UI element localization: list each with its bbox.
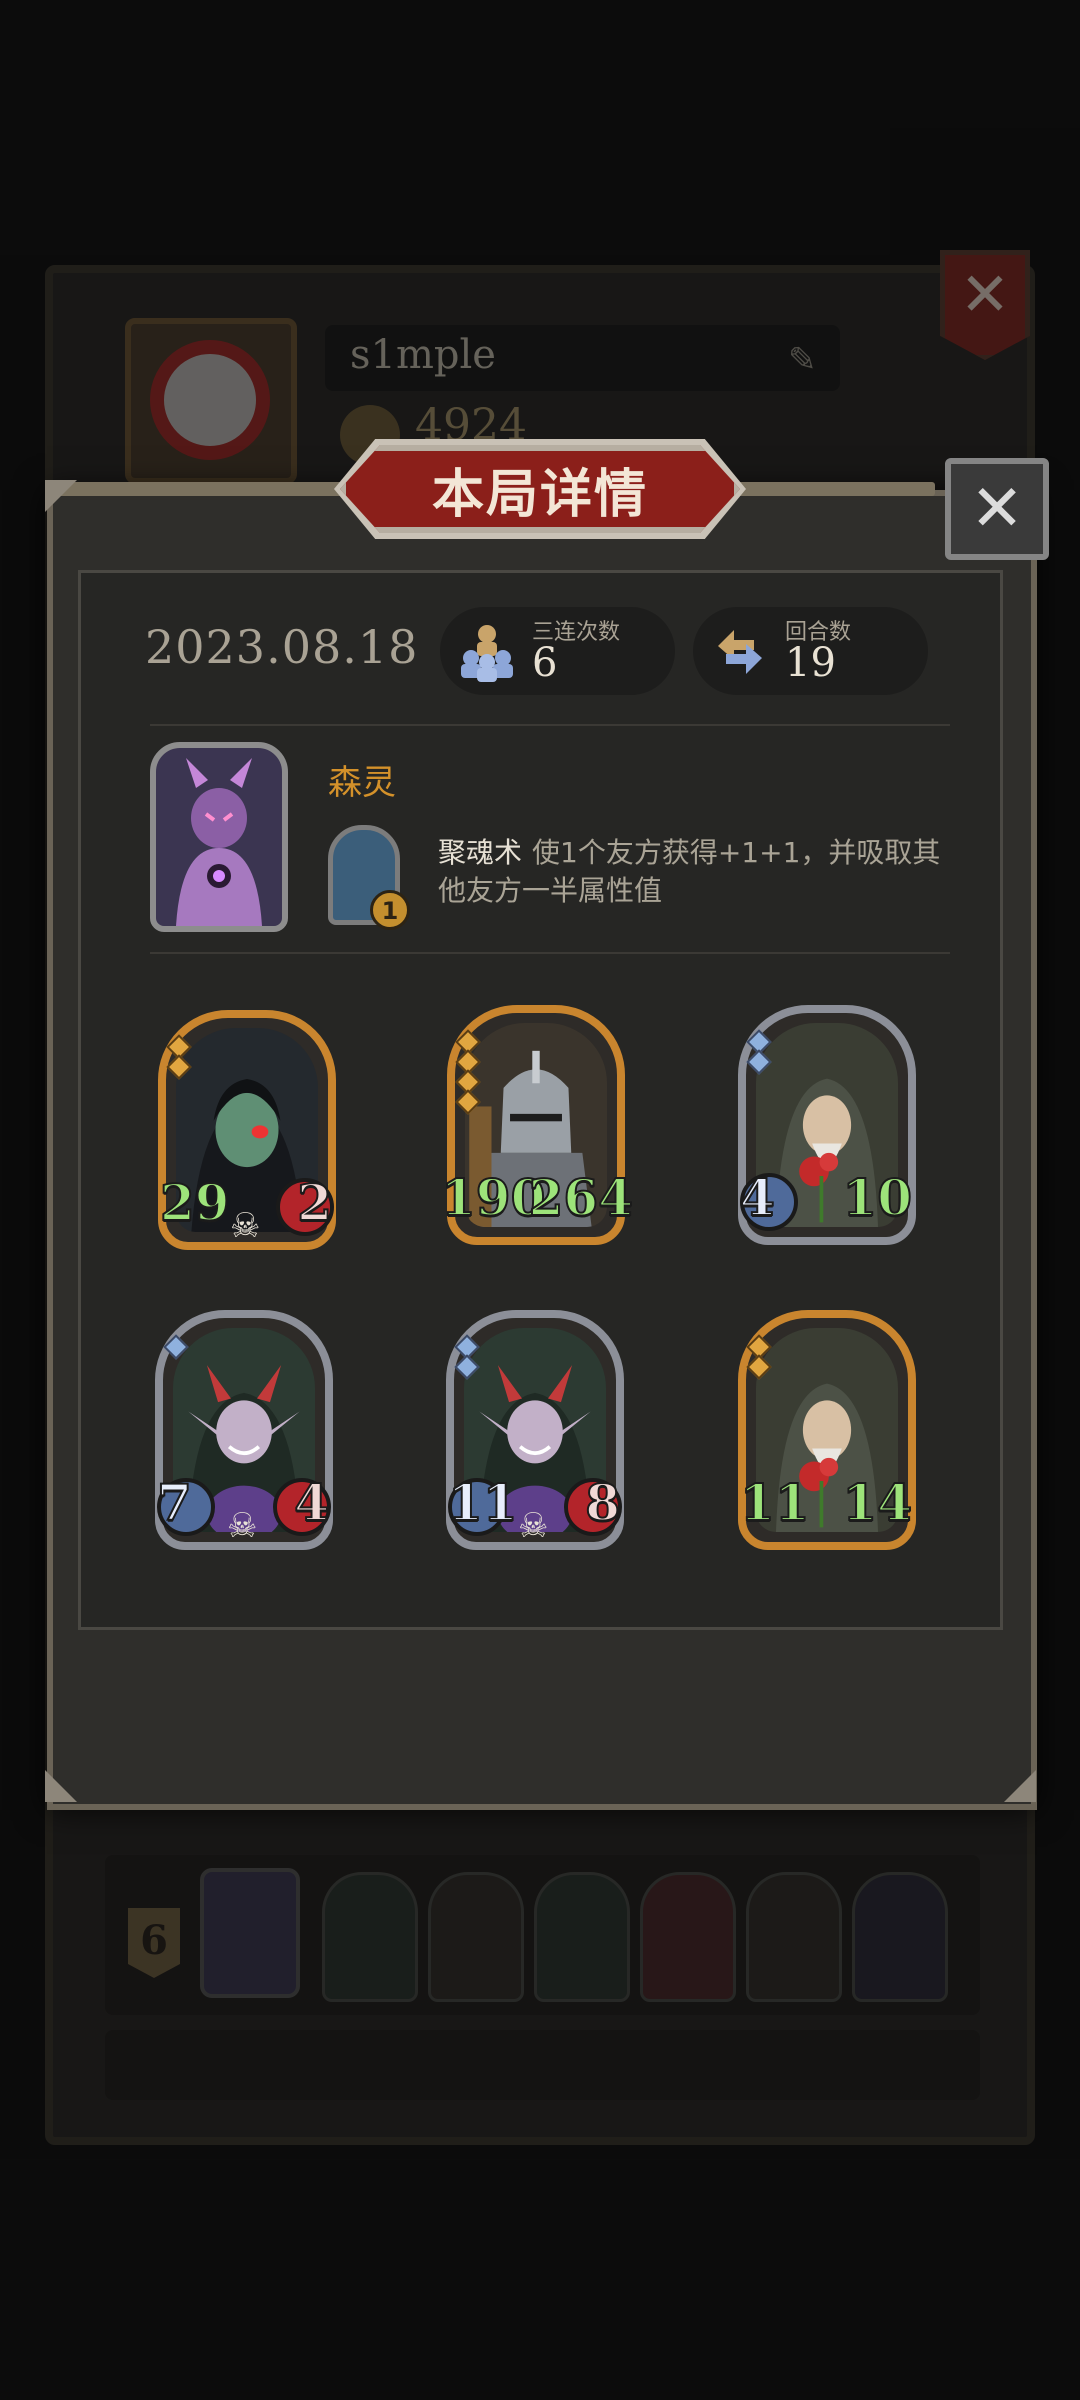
unit-card[interactable]: 4 10: [738, 1005, 916, 1245]
hero-name: 森灵: [328, 763, 396, 803]
skill-level-badge: 1: [370, 890, 410, 930]
unit-attack: 11: [739, 1472, 811, 1533]
skill-description: 聚魂术 使1个友方获得+1+1，并吸取其他友方一半属性值: [438, 834, 968, 910]
triples-value: 6: [532, 640, 558, 686]
unit-card[interactable]: 7 4 ☠: [155, 1310, 333, 1550]
close-button[interactable]: ✕: [945, 458, 1049, 560]
divider: [150, 952, 950, 954]
divider: [150, 724, 950, 726]
unit-health: 2: [296, 1172, 333, 1233]
unit-attack: 7: [156, 1472, 193, 1533]
hero-portrait: [150, 742, 288, 932]
rounds-cycle-icon: [718, 630, 762, 674]
unit-attack: 11: [447, 1472, 519, 1533]
skull-icon: ☠: [518, 1506, 549, 1546]
forest-spirit-illustration: [176, 758, 262, 926]
unit-attack: 29: [159, 1172, 231, 1233]
unit-health: 264: [528, 1167, 634, 1228]
unit-attack: 4: [739, 1167, 776, 1228]
triple-units-icon: [461, 625, 513, 682]
unit-health: 8: [584, 1472, 621, 1533]
unit-health: 4: [293, 1472, 330, 1533]
unit-card[interactable]: 190 264: [440, 1005, 634, 1245]
skull-icon: ☠: [227, 1506, 258, 1546]
unit-card[interactable]: 29 2 ☠: [158, 1010, 336, 1250]
match-date: 2023.08.18: [145, 620, 419, 674]
skill-name: 聚魂术: [438, 836, 523, 869]
unit-health: 14: [841, 1472, 913, 1533]
skull-icon: ☠: [230, 1206, 261, 1246]
rounds-value: 19: [785, 640, 836, 686]
unit-card[interactable]: 11 8 ☠: [446, 1310, 624, 1550]
unit-card[interactable]: 11 14: [738, 1310, 916, 1550]
unit-health: 10: [841, 1167, 913, 1228]
modal-title: 本局详情: [340, 445, 740, 533]
